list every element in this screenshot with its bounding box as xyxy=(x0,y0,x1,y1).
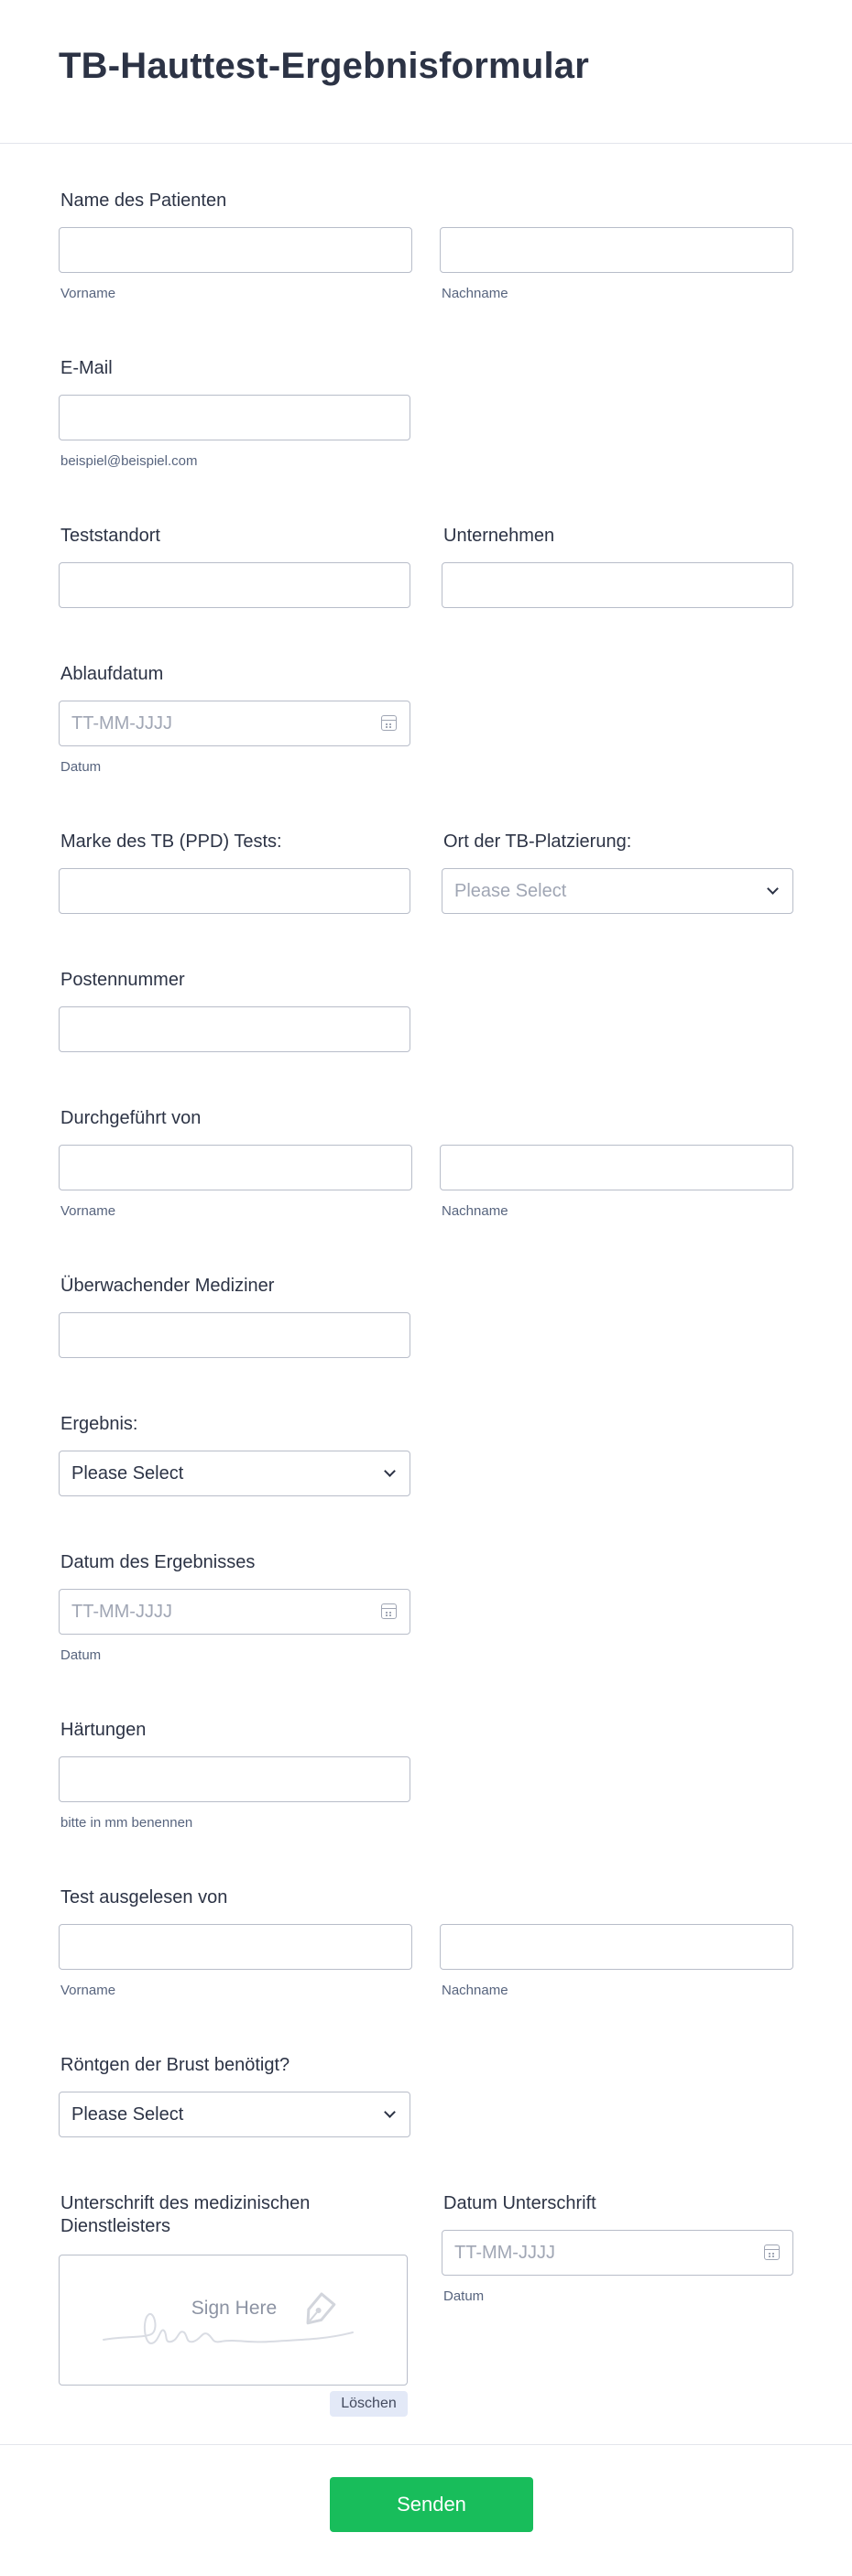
signature-label-line2: Dienstleisters xyxy=(60,2216,171,2236)
form-card: TB-Hauttest-Ergebnisformular Name des Pa… xyxy=(0,0,852,2576)
read-by-first-name-input[interactable] xyxy=(59,1924,412,1970)
clear-signature-button[interactable]: Löschen xyxy=(330,2391,408,2417)
lot-number-label: Postennummer xyxy=(60,970,185,990)
performed-by-label: Durchgeführt von xyxy=(60,1108,202,1128)
result-label: Ergebnis: xyxy=(60,1414,138,1434)
expiry-date-sublabel: Datum xyxy=(60,759,102,775)
test-location-label: Teststandort xyxy=(60,526,160,546)
result-date-input[interactable]: TT-MM-JJJJ xyxy=(59,1589,410,1635)
performed-by-first-sublabel: Vorname xyxy=(60,1203,116,1219)
signature-label-line1: Unterschrift des medizinischen xyxy=(60,2193,311,2213)
submit-button[interactable]: Senden xyxy=(330,2477,533,2532)
signature-date-input[interactable]: TT-MM-JJJJ xyxy=(442,2230,793,2276)
result-date-placeholder: TT-MM-JJJJ xyxy=(71,1602,172,1622)
calendar-icon[interactable] xyxy=(764,2244,780,2260)
sign-here-prompt: Sign Here xyxy=(191,2298,278,2319)
calendar-icon[interactable] xyxy=(381,715,397,731)
performed-by-last-name-input[interactable] xyxy=(440,1145,793,1190)
signature-date-label: Datum Unterschrift xyxy=(443,2193,596,2213)
patient-name-label: Name des Patienten xyxy=(60,190,227,211)
performed-by-last-sublabel: Nachname xyxy=(442,1203,508,1219)
chest-xray-select[interactable]: Please Select xyxy=(59,2092,410,2137)
patient-last-name-sublabel: Nachname xyxy=(442,286,508,301)
email-sublabel: beispiel@beispiel.com xyxy=(60,453,198,469)
footer-divider xyxy=(0,2444,852,2445)
result-date-sublabel: Datum xyxy=(60,1647,102,1663)
patient-first-name-sublabel: Vorname xyxy=(60,286,116,301)
chevron-down-icon xyxy=(767,883,779,895)
signature-date-sublabel: Datum xyxy=(443,2288,485,2304)
lot-number-input[interactable] xyxy=(59,1006,410,1052)
performed-by-first-name-input[interactable] xyxy=(59,1145,412,1190)
test-location-input[interactable] xyxy=(59,562,410,608)
supervising-physician-label: Überwachender Mediziner xyxy=(60,1276,275,1296)
expiry-date-input[interactable]: TT-MM-JJJJ xyxy=(59,701,410,746)
chest-xray-label: Röntgen der Brust benötigt? xyxy=(60,2055,290,2075)
company-label: Unternehmen xyxy=(443,526,555,546)
result-select[interactable]: Please Select xyxy=(59,1451,410,1496)
chevron-down-icon xyxy=(384,1465,396,1477)
signature-pad[interactable]: Sign Here xyxy=(59,2255,408,2386)
placement-site-selected: Please Select xyxy=(454,881,567,901)
email-input[interactable] xyxy=(59,395,410,440)
signature-placeholder-graphic xyxy=(103,2292,354,2345)
result-selected: Please Select xyxy=(71,1463,184,1484)
supervising-physician-input[interactable] xyxy=(59,1312,410,1358)
induration-label: Härtungen xyxy=(60,1720,147,1740)
ppd-brand-input[interactable] xyxy=(59,868,410,914)
read-by-label: Test ausgelesen von xyxy=(60,1887,228,1908)
email-label: E-Mail xyxy=(60,358,113,378)
read-by-last-sublabel: Nachname xyxy=(442,1983,508,1998)
chest-xray-selected: Please Select xyxy=(71,2104,184,2125)
calendar-icon[interactable] xyxy=(381,1603,397,1619)
induration-sublabel: bitte in mm benennen xyxy=(60,1815,193,1831)
form-header: TB-Hauttest-Ergebnisformular xyxy=(0,0,852,144)
patient-last-name-input[interactable] xyxy=(440,227,793,273)
expiry-date-placeholder: TT-MM-JJJJ xyxy=(71,713,172,734)
patient-first-name-input[interactable] xyxy=(59,227,412,273)
expiry-date-label: Ablaufdatum xyxy=(60,664,164,684)
placement-site-label: Ort der TB-Platzierung: xyxy=(443,831,632,852)
chevron-down-icon xyxy=(384,2106,396,2118)
company-input[interactable] xyxy=(442,562,793,608)
placement-site-select[interactable]: Please Select xyxy=(442,868,793,914)
result-date-label: Datum des Ergebnisses xyxy=(60,1552,256,1572)
form-title: TB-Hauttest-Ergebnisformular xyxy=(59,46,589,86)
signature-date-placeholder: TT-MM-JJJJ xyxy=(454,2243,555,2263)
induration-input[interactable] xyxy=(59,1756,410,1802)
read-by-first-sublabel: Vorname xyxy=(60,1983,116,1998)
read-by-last-name-input[interactable] xyxy=(440,1924,793,1970)
ppd-brand-label: Marke des TB (PPD) Tests: xyxy=(60,831,282,852)
